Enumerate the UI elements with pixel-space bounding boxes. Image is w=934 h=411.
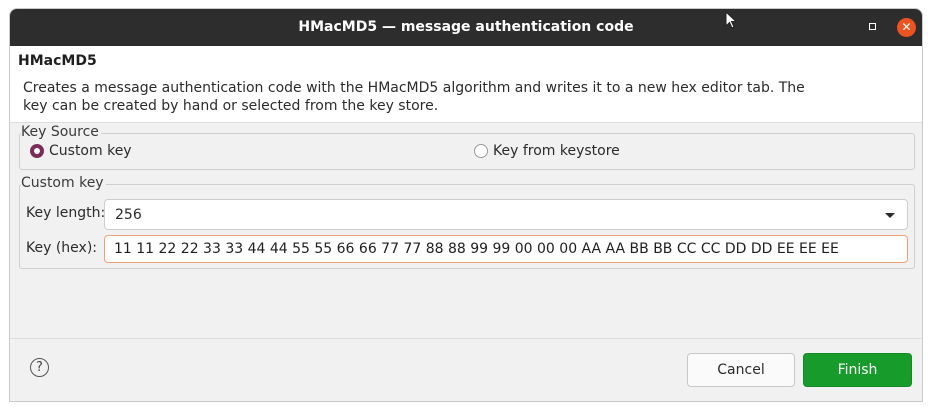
key-source-group: Key Source Custom key Key from keystore xyxy=(19,124,915,170)
footer-divider xyxy=(10,338,922,339)
radio-unselected-icon xyxy=(474,144,488,158)
title-bar[interactable]: HMacMD5 — message authentication code ✕ xyxy=(10,9,922,46)
dialog-window: HMacMD5 — message authentication code ✕ … xyxy=(9,8,923,402)
finish-button[interactable]: Finish xyxy=(803,353,912,387)
mouse-pointer-icon xyxy=(725,11,738,29)
key-length-label: Key length: xyxy=(26,205,106,221)
custom-key-legend: Custom key xyxy=(21,175,106,191)
custom-key-radio[interactable]: Custom key xyxy=(30,143,132,159)
square-icon xyxy=(869,23,876,30)
help-button[interactable]: ? xyxy=(30,358,49,377)
close-button[interactable]: ✕ xyxy=(897,18,916,37)
radio-selected-icon xyxy=(30,144,44,158)
page-description: Creates a message authentication code wi… xyxy=(23,80,805,114)
keystore-radio[interactable]: Key from keystore xyxy=(474,143,620,159)
dropdown-arrow-icon xyxy=(885,213,895,218)
wizard-header: HMacMD5 Creates a message authentication… xyxy=(10,46,922,123)
key-hex-input[interactable] xyxy=(104,235,908,263)
key-length-value: 256 xyxy=(115,207,142,223)
key-hex-label: Key (hex): xyxy=(26,240,97,256)
custom-key-radio-label: Custom key xyxy=(49,143,132,159)
cancel-button[interactable]: Cancel xyxy=(687,353,795,387)
custom-key-group: Custom key Key length: 256 Key (hex): xyxy=(19,175,915,269)
key-length-select[interactable]: 256 xyxy=(104,199,908,230)
key-source-legend: Key Source xyxy=(21,124,101,140)
keystore-radio-label: Key from keystore xyxy=(493,143,620,159)
page-title: HMacMD5 xyxy=(18,53,97,69)
maximize-button[interactable] xyxy=(863,18,882,37)
window-title: HMacMD5 — message authentication code xyxy=(298,19,634,35)
